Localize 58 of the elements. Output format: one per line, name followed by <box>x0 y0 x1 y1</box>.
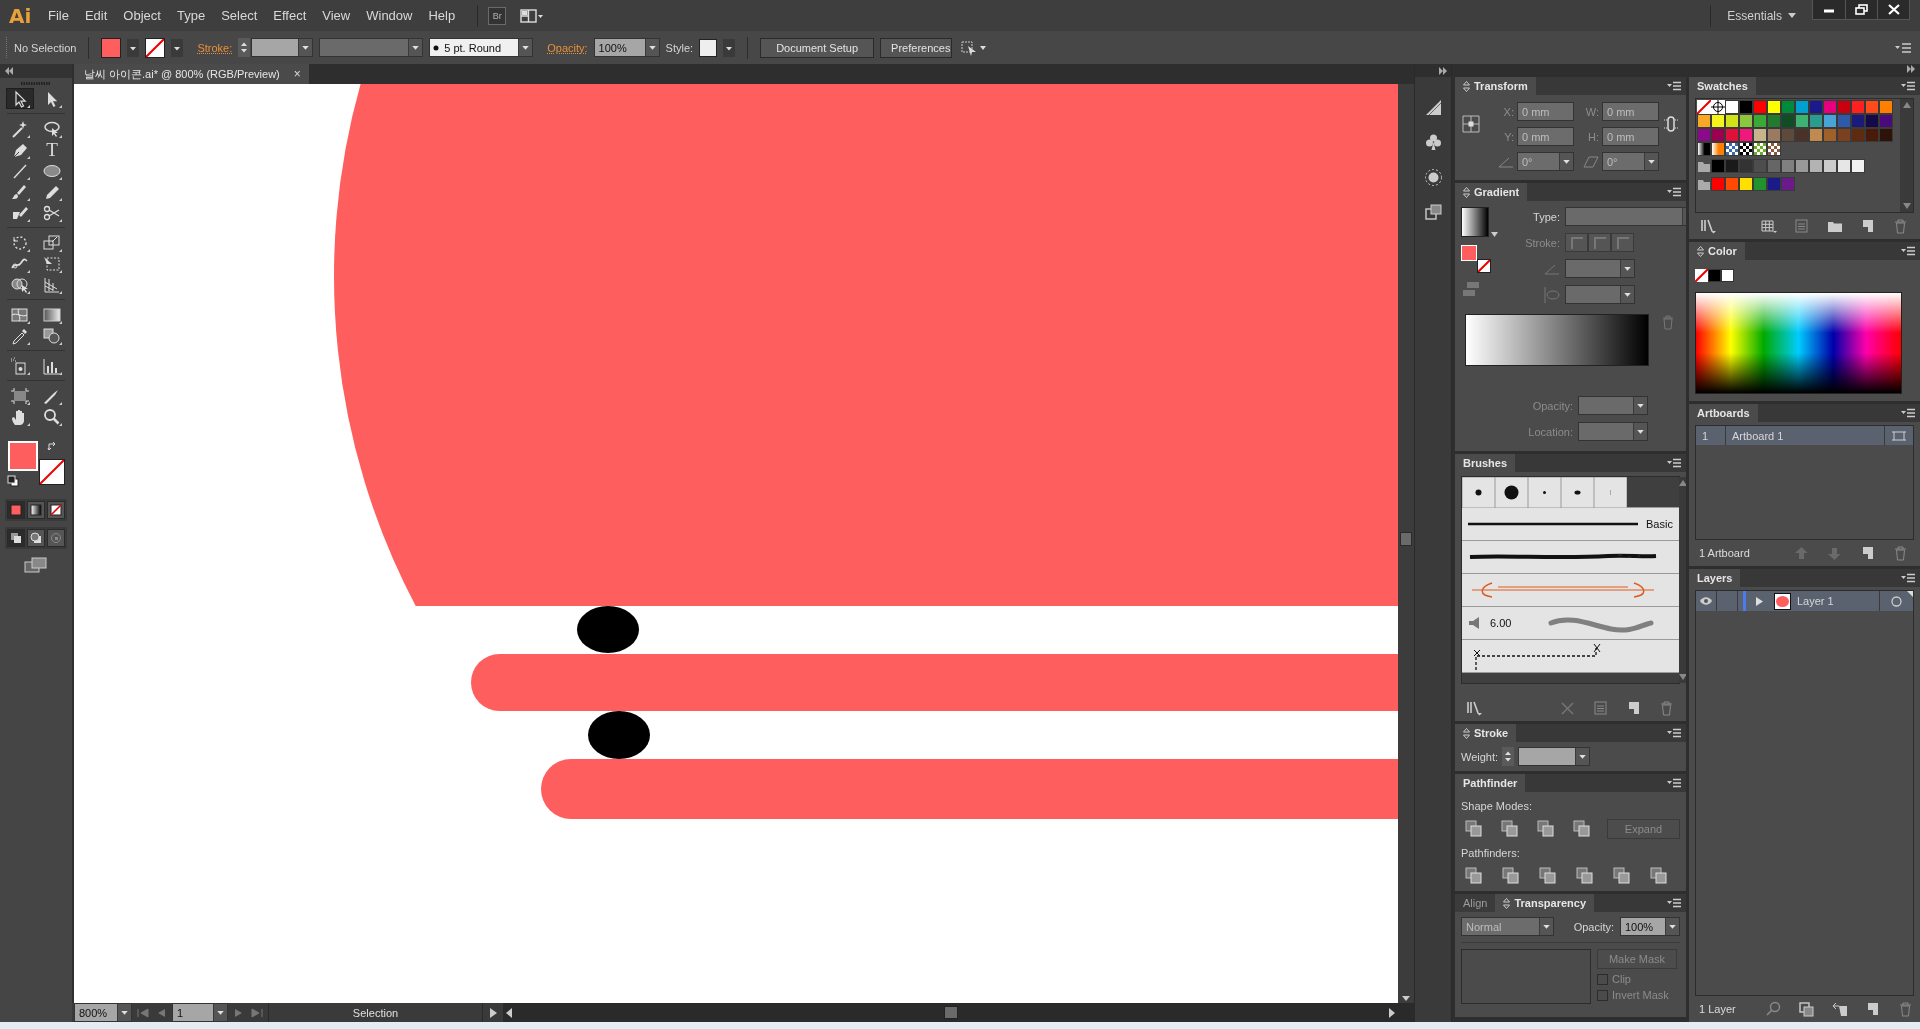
menu-item[interactable]: Edit <box>76 6 116 25</box>
location-label: Location: <box>1527 425 1573 438</box>
h-label: H: <box>1587 130 1599 143</box>
preferences-button[interactable]: Preferences <box>880 37 953 58</box>
weight-label: Weight: <box>1461 750 1499 763</box>
document-tab[interactable]: 날씨 아이콘.ai* @ 800% (RGB/Preview) × <box>74 64 309 84</box>
panel-tab[interactable]: Pathfinder <box>1455 774 1526 792</box>
panel-tab[interactable]: Brushes <box>1455 454 1516 472</box>
checkbox-label: Invert Mask <box>1612 989 1669 1001</box>
brush-item[interactable]: 6.00 <box>1462 607 1679 640</box>
type-label: Type: <box>1532 210 1560 223</box>
menu-item[interactable]: Window <box>358 6 421 25</box>
menu-item[interactable]: Effect <box>265 6 315 25</box>
layer-count: 1 Layer <box>1699 1003 1736 1015</box>
document-setup-button[interactable]: Document Setup <box>760 37 875 58</box>
opacity-label: Opacity: <box>1531 399 1573 412</box>
menu-item[interactable]: Help <box>420 6 464 25</box>
checkbox-label: Clip <box>1612 973 1631 985</box>
panel-tab[interactable]: Transparency <box>1495 894 1594 912</box>
panel-tab[interactable]: Transform <box>1455 77 1536 95</box>
opacity-label: Opacity: <box>1573 920 1614 933</box>
brush-dropdown[interactable]: 5 pt. Round <box>429 38 534 57</box>
workspace-switcher[interactable]: Essentials <box>1721 7 1802 24</box>
artboard-field[interactable]: 1 <box>172 1003 228 1022</box>
menu-item[interactable]: Type <box>168 6 214 25</box>
layer-name: Layer 1 <box>1797 594 1835 609</box>
close-button[interactable]: × <box>293 67 301 81</box>
stroke-label: Stroke: <box>1524 236 1560 249</box>
menu-item[interactable]: View <box>314 6 359 25</box>
selection-status: No Selection <box>14 41 77 54</box>
panel-tab[interactable]: Swatches <box>1689 77 1756 95</box>
opacity-link[interactable]: Opacity: <box>547 41 588 54</box>
section-label: Shape Modes: <box>1461 800 1533 812</box>
section-label: Pathfinders: <box>1461 847 1521 859</box>
stroke-link[interactable]: Stroke: <box>197 41 233 54</box>
artboard-name: Artboard 1 <box>1726 426 1885 445</box>
panel-tab[interactable]: Color <box>1689 242 1745 260</box>
opacity-field[interactable]: 100% <box>1620 917 1680 936</box>
panel-tab[interactable]: Stroke <box>1455 724 1517 742</box>
y-label: Y: <box>1503 130 1514 143</box>
panel-tab[interactable]: Artboards <box>1689 404 1758 422</box>
menu-item[interactable]: Select <box>213 6 266 25</box>
bridge-button[interactable]: Br <box>488 6 507 25</box>
style-label: Style: <box>665 41 694 54</box>
opacity-field[interactable]: 100% <box>593 38 660 57</box>
menu-item[interactable]: Object <box>115 6 169 25</box>
artboard-row[interactable]: 1 Artboard 1 <box>1696 426 1913 445</box>
app-logo: Ai <box>8 3 33 28</box>
panel-tab[interactable]: Gradient <box>1455 183 1528 201</box>
w-label: W: <box>1584 105 1599 118</box>
x-label: X: <box>1502 105 1514 118</box>
zoom-field[interactable]: 800% <box>74 1003 132 1022</box>
menu-item[interactable]: File <box>40 6 77 25</box>
tool-button[interactable]: T <box>38 139 66 160</box>
artboard-count: 1 Artboard <box>1699 547 1750 559</box>
layer-row[interactable]: Layer 1 <box>1696 591 1913 611</box>
panel-tab[interactable]: Layers <box>1689 569 1741 587</box>
artboard-number: 1 <box>1696 426 1726 445</box>
